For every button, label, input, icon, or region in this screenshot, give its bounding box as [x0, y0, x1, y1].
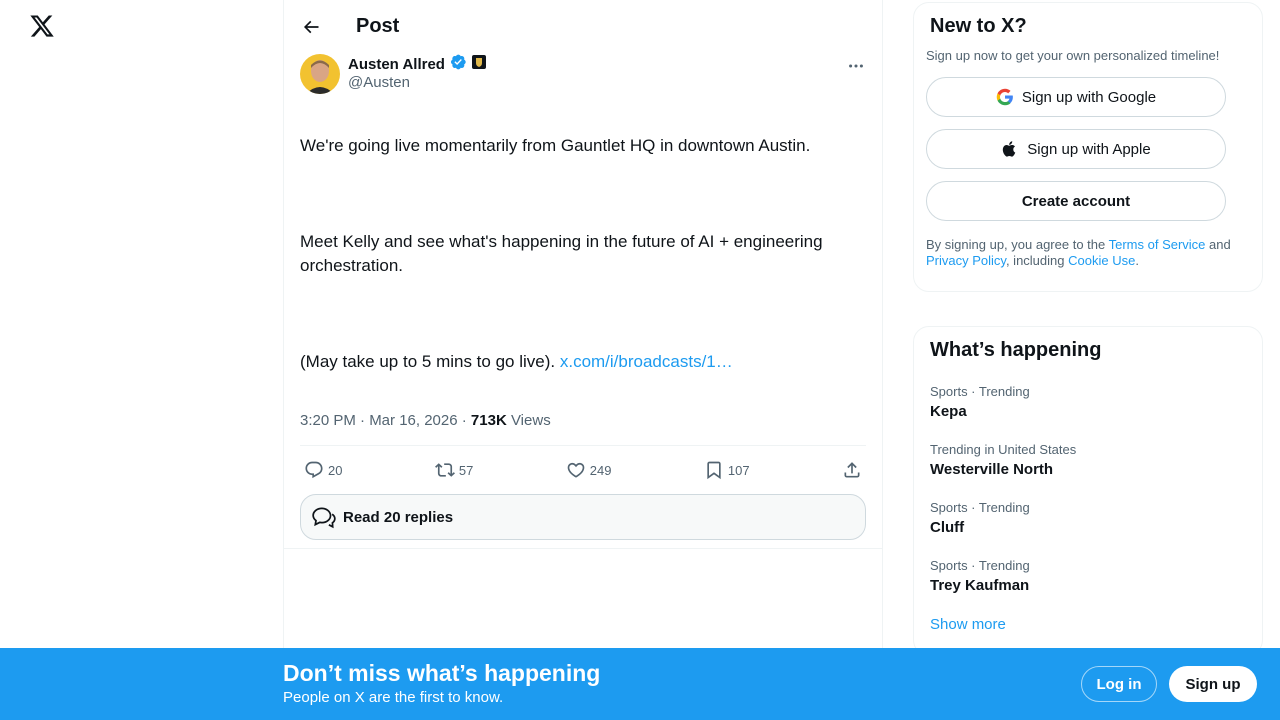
- bookmark-button[interactable]: 107: [704, 460, 750, 480]
- signup-terms: By signing up, you agree to the Terms of…: [926, 237, 1250, 269]
- post-text: We're going live momentarily from Gauntl…: [300, 110, 866, 398]
- author-name[interactable]: Austen Allred: [348, 56, 445, 73]
- author-handle[interactable]: @Austen: [348, 74, 487, 91]
- affiliate-badge-icon[interactable]: [471, 54, 487, 75]
- terms-text: By signing up, you agree to the: [926, 237, 1109, 252]
- trend-item[interactable]: Sports · Trending Kepa: [930, 384, 1246, 420]
- create-account-button[interactable]: Create account: [926, 181, 1226, 221]
- right-sidebar: New to X? Sign up now to get your own pe…: [913, 0, 1263, 656]
- signup-card: New to X? Sign up now to get your own pe…: [913, 2, 1263, 292]
- verified-badge-icon: [449, 53, 467, 76]
- trend-item[interactable]: Sports · Trending Trey Kaufman: [930, 558, 1246, 594]
- banner-title: Don’t miss what’s happening: [283, 660, 601, 686]
- trend-meta: Sports · Trending: [930, 500, 1030, 515]
- read-replies-button[interactable]: Read 20 replies: [300, 494, 866, 540]
- login-button[interactable]: Log in: [1081, 666, 1157, 702]
- main-column: Post Austen Allred @Austen We're going l…: [283, 0, 883, 720]
- broadcast-link[interactable]: x.com/i/broadcasts/1…: [560, 352, 733, 371]
- chat-bubbles-icon: [312, 507, 336, 529]
- post-meta: 3:20 PM · Mar 16, 2026 · 713K Views: [300, 412, 866, 446]
- signup-button[interactable]: Sign up: [1169, 666, 1257, 702]
- back-arrow-icon[interactable]: [300, 16, 322, 38]
- create-account-label: Create account: [1021, 192, 1131, 210]
- trends-card: What’s happening Sports · Trending Kepa …: [913, 326, 1263, 656]
- trend-name: Westerville North: [930, 461, 1054, 478]
- signup-title: New to X?: [930, 15, 1027, 37]
- privacy-policy-link[interactable]: Privacy Policy: [926, 253, 1006, 268]
- terms-text: and: [1205, 237, 1231, 252]
- read-replies-label: Read 20 replies: [343, 508, 454, 526]
- trend-name: Trey Kaufman: [930, 577, 1030, 594]
- apple-icon: [1003, 141, 1016, 157]
- views-count: 713K: [470, 412, 507, 429]
- views-label: Views: [506, 412, 551, 429]
- trend-item[interactable]: Trending in United States Westerville No…: [930, 442, 1246, 478]
- page-header: Post: [284, 0, 882, 53]
- google-icon: [996, 88, 1013, 106]
- post: Austen Allred @Austen We're going live m…: [284, 54, 882, 549]
- trend-meta: Sports · Trending: [930, 558, 1030, 573]
- reply-button[interactable]: 20: [304, 460, 342, 480]
- share-button[interactable]: [842, 460, 862, 480]
- show-more-link[interactable]: Show more: [930, 616, 1246, 633]
- banner-subtitle: People on X are the first to know.: [283, 689, 504, 706]
- signup-subtitle: Sign up now to get your own personalized…: [926, 48, 1220, 63]
- post-text-line: (May take up to 5 mins to go live).: [300, 352, 560, 371]
- share-icon: [844, 462, 860, 478]
- repost-count: 57: [458, 462, 474, 478]
- bookmark-icon: [707, 461, 721, 480]
- avatar[interactable]: [300, 54, 340, 94]
- trend-name: Cluff: [930, 519, 965, 536]
- post-text-line: Meet Kelly and see what's happening in t…: [300, 232, 823, 275]
- author-row: Austen Allred @Austen: [300, 54, 866, 98]
- more-options-icon[interactable]: [846, 56, 866, 76]
- cookie-use-link[interactable]: Cookie Use: [1068, 253, 1135, 268]
- like-button[interactable]: 249: [566, 460, 612, 480]
- reply-count: 20: [328, 462, 343, 478]
- apple-signup-button[interactable]: Sign up with Apple: [926, 129, 1226, 169]
- reply-icon: [305, 461, 323, 479]
- trend-meta: Sports · Trending: [930, 384, 1030, 399]
- terms-text: .: [1135, 253, 1139, 268]
- heart-icon: [567, 462, 585, 478]
- repost-icon: [434, 463, 455, 477]
- bookmark-count: 107: [727, 462, 750, 478]
- trend-meta: Trending in United States: [930, 442, 1077, 457]
- left-nav: [0, 0, 283, 720]
- x-logo-icon[interactable]: [29, 13, 55, 41]
- repost-button[interactable]: 57: [434, 460, 474, 480]
- terms-text: , including: [1005, 253, 1069, 268]
- trend-item[interactable]: Sports · Trending Cluff: [930, 500, 1246, 536]
- trend-name: Kepa: [930, 403, 967, 420]
- post-timestamp[interactable]: 3:20 PM · Mar 16, 2026 ·: [300, 412, 471, 429]
- terms-of-service-link[interactable]: Terms of Service: [1109, 237, 1206, 252]
- like-count: 249: [589, 462, 612, 478]
- apple-signup-label: Sign up with Apple: [1027, 140, 1151, 158]
- trends-title: What’s happening: [930, 339, 1102, 361]
- action-bar: 20 57 249 107: [300, 446, 866, 494]
- google-signup-label: Sign up with Google: [1021, 88, 1157, 106]
- signup-banner: Don’t miss what’s happening People on X …: [0, 648, 1280, 720]
- page-title: Post: [356, 15, 400, 37]
- post-text-line: We're going live momentarily from Gauntl…: [300, 136, 811, 155]
- google-signup-button[interactable]: Sign up with Google: [926, 77, 1226, 117]
